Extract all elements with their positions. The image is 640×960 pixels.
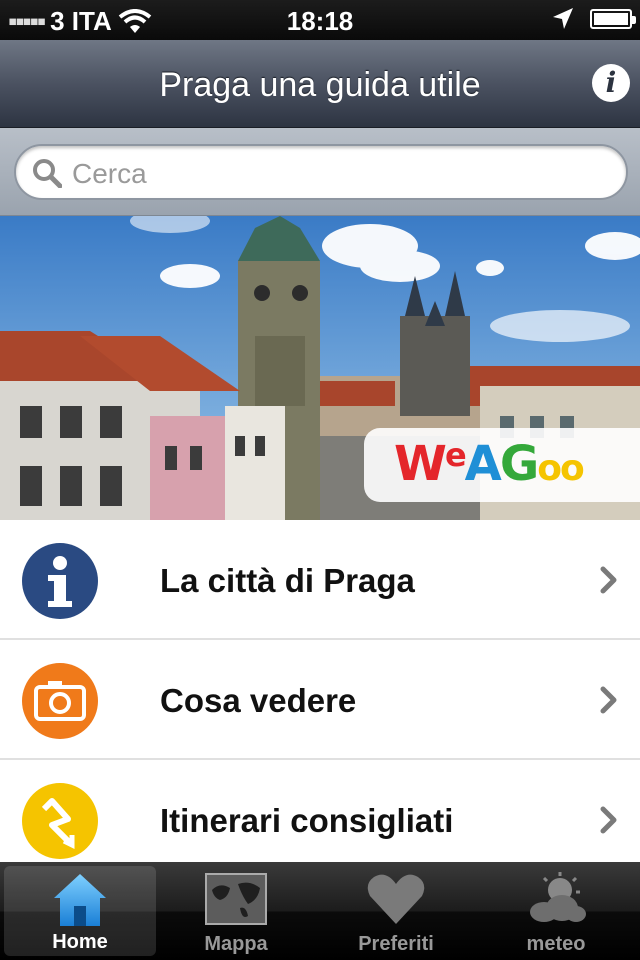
status-right bbox=[552, 7, 636, 31]
info-icon: i bbox=[605, 66, 617, 99]
tab-label: meteo bbox=[526, 933, 586, 955]
info-glyph bbox=[48, 556, 72, 607]
route-glyph bbox=[41, 798, 75, 850]
info-button[interactable]: i bbox=[592, 64, 630, 102]
city-banner-image[interactable]: WeAGoo bbox=[0, 216, 640, 520]
tab-meteo[interactable]: meteo bbox=[476, 862, 636, 960]
menu-list: La città di Praga Cosa vedere Itinerari … bbox=[0, 520, 640, 862]
weagoo-logo-badge: WeAGoo bbox=[364, 428, 640, 502]
search-bar: Cerca bbox=[0, 128, 640, 216]
camera-icon bbox=[22, 663, 98, 739]
page-title: Praga una guida utile bbox=[159, 66, 481, 104]
battery-icon bbox=[590, 9, 636, 29]
search-placeholder: Cerca bbox=[72, 158, 147, 189]
logo-letter: A bbox=[464, 436, 502, 492]
tab-preferiti[interactable]: Preferiti bbox=[316, 862, 476, 960]
chevron-right-icon bbox=[600, 566, 617, 594]
battery-fill bbox=[594, 13, 628, 25]
tab-label: Preferiti bbox=[358, 933, 434, 955]
chevron-right-icon bbox=[600, 686, 617, 714]
logo-letter: o bbox=[537, 448, 562, 489]
status-time: 18:18 bbox=[286, 6, 354, 36]
navigation-bar: Praga una guida utile i bbox=[0, 40, 640, 128]
search-input[interactable]: Cerca bbox=[14, 144, 628, 200]
tab-label: Home bbox=[52, 931, 108, 953]
logo-letter: W bbox=[394, 436, 447, 492]
menu-item-label: Cosa vedere bbox=[160, 682, 357, 719]
info-icon bbox=[22, 543, 98, 619]
search-icon bbox=[33, 159, 62, 188]
menu-item-label: La città di Praga bbox=[160, 562, 415, 599]
logo-letter: e bbox=[444, 436, 467, 474]
camera-glyph bbox=[34, 681, 86, 721]
tab-label: Mappa bbox=[204, 933, 268, 955]
menu-item-itinerari[interactable]: Itinerari consigliati bbox=[0, 760, 640, 862]
tab-bar: Home Mappa Preferiti meteo bbox=[0, 862, 640, 960]
menu-item-label: Itinerari consigliati bbox=[160, 802, 454, 839]
weagoo-logo: WeAGoo bbox=[394, 436, 585, 492]
chevron-right-icon bbox=[600, 806, 617, 834]
logo-letter: G bbox=[499, 436, 539, 492]
menu-item-citta[interactable]: La città di Praga bbox=[0, 520, 640, 640]
map-icon bbox=[205, 873, 267, 925]
tab-mappa[interactable]: Mappa bbox=[156, 862, 316, 960]
status-bar: ▪▪▪▪▪ 3 ITA 18:18 bbox=[0, 0, 640, 40]
weather-icon bbox=[530, 872, 586, 922]
route-icon bbox=[22, 783, 98, 859]
home-icon bbox=[54, 874, 106, 926]
logo-letter: o bbox=[559, 448, 585, 489]
tab-home[interactable]: Home bbox=[4, 866, 156, 956]
menu-item-cosa-vedere[interactable]: Cosa vedere bbox=[0, 640, 640, 760]
heart-icon bbox=[367, 874, 425, 924]
location-arrow-icon bbox=[553, 8, 573, 29]
